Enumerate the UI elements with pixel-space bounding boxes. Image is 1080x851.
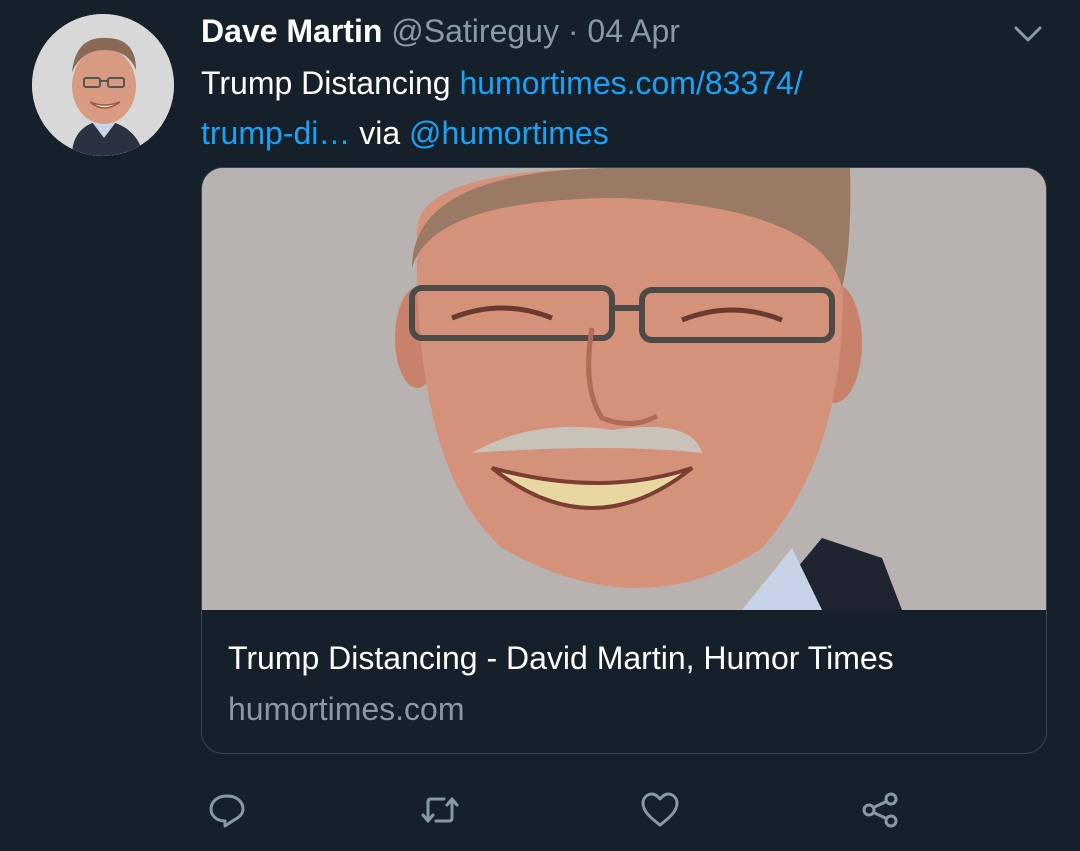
author-handle[interactable]: @Satireguy bbox=[391, 13, 559, 49]
tweet[interactable]: Dave Martin @Satireguy · 04 Apr Trump Di… bbox=[0, 0, 1080, 851]
tweet-text-prefix: Trump Distancing bbox=[201, 65, 460, 101]
tweet-text: Trump Distancing humortimes.com/83374/ t… bbox=[201, 58, 1041, 158]
separator-dot: · bbox=[567, 13, 579, 49]
retweet-button[interactable] bbox=[420, 790, 460, 830]
avatar[interactable] bbox=[32, 14, 174, 156]
card-image[interactable] bbox=[202, 168, 1046, 610]
tweet-date[interactable]: 04 Apr bbox=[587, 13, 680, 49]
card-domain: humortimes.com bbox=[228, 691, 465, 727]
tweet-text-via: via bbox=[350, 115, 410, 151]
link-card[interactable]: Trump Distancing - David Martin, Humor T… bbox=[201, 167, 1047, 754]
tweet-actions bbox=[0, 790, 1080, 830]
tweet-header: Dave Martin @Satireguy · 04 Apr bbox=[201, 12, 680, 50]
avatar-photo bbox=[32, 14, 174, 156]
mention-link[interactable]: @humortimes bbox=[409, 115, 609, 151]
share-button[interactable] bbox=[860, 790, 900, 830]
comment-icon bbox=[209, 794, 245, 828]
share-icon bbox=[862, 792, 898, 828]
tweet-link-line1[interactable]: humortimes.com/83374/ bbox=[459, 65, 802, 101]
heart-icon bbox=[641, 792, 679, 827]
reply-button[interactable] bbox=[207, 790, 247, 830]
tweet-link-line2[interactable]: trump-di… bbox=[201, 115, 350, 151]
retweet-icon bbox=[421, 797, 459, 823]
chevron-down-icon[interactable] bbox=[1012, 20, 1044, 48]
like-button[interactable] bbox=[640, 790, 680, 830]
card-title: Trump Distancing - David Martin, Humor T… bbox=[228, 640, 894, 676]
author-name[interactable]: Dave Martin bbox=[201, 13, 382, 49]
